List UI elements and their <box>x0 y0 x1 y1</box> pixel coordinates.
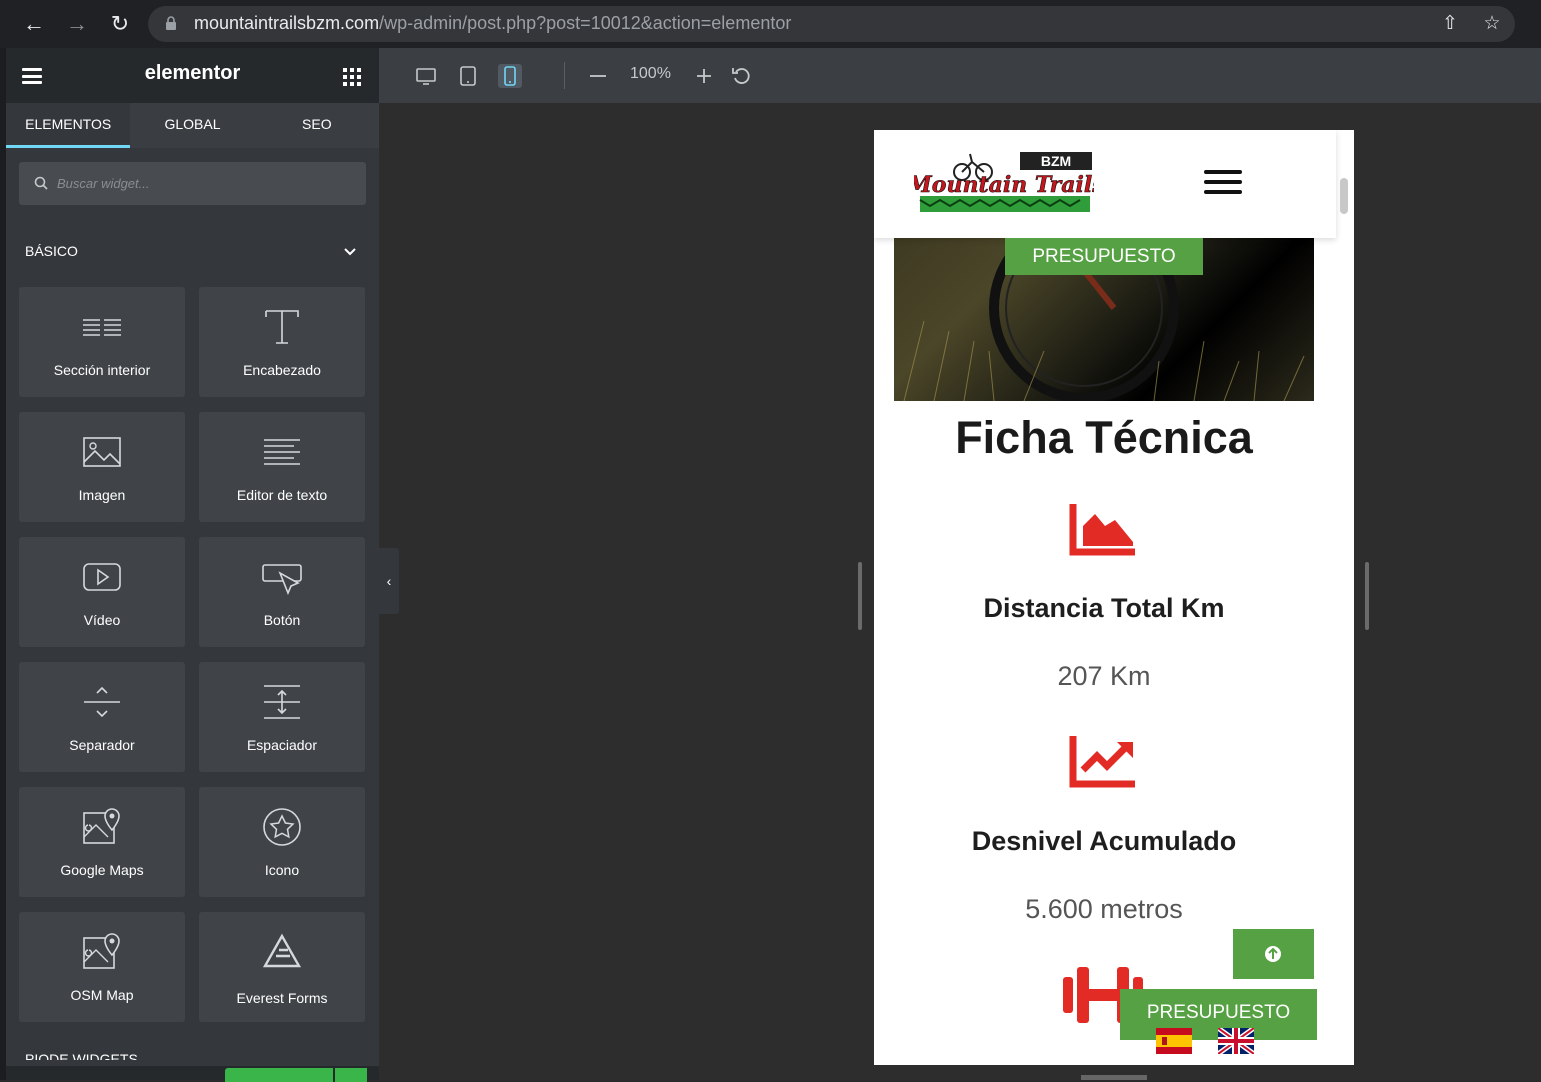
url-host: mountaintrailsbzm.com <box>194 13 380 33</box>
arrow-up-circle-icon <box>1265 946 1281 962</box>
widget-text-editor[interactable]: Editor de texto <box>199 412 365 522</box>
hamburger-menu-icon[interactable] <box>1204 170 1242 198</box>
panel-header: elementor <box>6 48 379 103</box>
tab-seo[interactable]: SEO <box>255 103 379 148</box>
widget-everest-forms[interactable]: Everest Forms <box>199 912 365 1022</box>
divider-icon <box>84 686 120 718</box>
address-bar[interactable]: mountaintrailsbzm.com/wp-admin/post.php?… <box>148 6 1515 42</box>
zoom-in-icon[interactable] <box>692 64 716 88</box>
panel-tabs: ELEMENTOS GLOBAL SEO <box>6 103 379 148</box>
forward-icon[interactable]: → <box>63 10 91 38</box>
map-icon <box>83 933 120 969</box>
line-chart-icon <box>1069 736 1135 788</box>
widget-label: Google Maps <box>60 862 144 878</box>
search-input[interactable] <box>57 162 357 205</box>
category-title-next[interactable]: PIODE WIDGETS <box>25 1050 138 1060</box>
widget-label: Icono <box>264 862 300 878</box>
reset-zoom-icon[interactable] <box>729 64 753 88</box>
tab-global[interactable]: GLOBAL <box>130 103 254 148</box>
text-editor-icon <box>264 439 300 465</box>
zoom-level: 100% <box>630 65 671 82</box>
widget-label: Botón <box>263 612 301 628</box>
hero-quote-button[interactable]: PRESUPUESTO <box>1005 238 1203 275</box>
stat-title: Distancia Total Km <box>983 593 1225 623</box>
tab-elementos[interactable]: ELEMENTOS <box>6 103 131 148</box>
scroll-top-button[interactable] <box>1233 929 1314 979</box>
widget-inner-section[interactable]: Sección interior <box>19 287 185 397</box>
everest-forms-icon <box>262 933 302 968</box>
elementor-panel: elementor ELEMENTOS GLOBAL SEO BÁSICO Se… <box>6 48 379 1082</box>
resize-handle-right[interactable] <box>1365 562 1369 630</box>
widget-google-maps[interactable]: Google Maps <box>19 787 185 897</box>
image-icon <box>83 437 121 467</box>
widget-label: Encabezado <box>243 362 321 378</box>
mobile-icon <box>504 66 516 86</box>
widget-label: OSM Map <box>70 987 134 1003</box>
widget-image[interactable]: Imagen <box>19 412 185 522</box>
canvas-bottom-handle <box>1081 1075 1147 1080</box>
widget-label: Imagen <box>78 487 126 503</box>
widget-button[interactable]: Botón <box>199 537 365 647</box>
svg-text:BZM: BZM <box>1041 153 1071 169</box>
toolbar-divider <box>564 62 565 89</box>
widget-heading[interactable]: Encabezado <box>199 287 365 397</box>
site-header: BZM Mountain Trails <box>874 130 1336 238</box>
widget-label: Vídeo <box>83 612 121 628</box>
star-icon <box>263 808 301 846</box>
widget-search <box>19 162 366 205</box>
widgets-grid-icon[interactable] <box>343 68 361 86</box>
mobile-preview: BZM Mountain Trails PRESUPUESTO Ficha Té… <box>874 130 1354 1065</box>
site-logo[interactable]: BZM Mountain Trails <box>914 150 1094 216</box>
search-icon <box>34 176 48 190</box>
map-icon <box>83 808 120 844</box>
inner-section-icon <box>83 319 121 336</box>
url-path: /wp-admin/post.php?post=10012&action=ele… <box>379 13 792 33</box>
stat-value: 207 Km <box>1057 661 1151 691</box>
spacer-icon <box>264 685 300 719</box>
widget-label: Separador <box>69 737 135 753</box>
url-text: mountaintrailsbzm.com/wp-admin/post.php?… <box>194 13 791 34</box>
widget-video[interactable]: Vídeo <box>19 537 185 647</box>
reload-icon[interactable]: ↻ <box>106 10 134 38</box>
spanish-flag-icon[interactable] <box>1156 1028 1192 1054</box>
zoom-out-icon[interactable] <box>586 64 610 88</box>
svg-text:Mountain Trails: Mountain Trails <box>914 172 1094 198</box>
widget-icon[interactable]: Icono <box>199 787 365 897</box>
chevron-down-icon[interactable] <box>343 245 357 259</box>
section-title: Ficha Técnica <box>955 412 1253 463</box>
stat-value: 5.600 metros <box>1025 894 1183 924</box>
lock-icon <box>166 16 176 30</box>
video-icon <box>83 563 121 591</box>
elementor-logo: elementor <box>144 62 241 84</box>
widget-osm-map[interactable]: OSM Map <box>19 912 185 1022</box>
bookmark-star-icon[interactable]: ☆ <box>1480 12 1504 36</box>
widget-spacer[interactable]: Espaciador <box>199 662 365 772</box>
desktop-icon[interactable] <box>414 64 438 88</box>
preview-scrollbar[interactable] <box>1340 178 1348 214</box>
category-title[interactable]: BÁSICO <box>25 243 78 259</box>
button-icon <box>262 564 302 596</box>
back-icon[interactable]: ← <box>20 10 48 38</box>
area-chart-icon <box>1069 504 1135 556</box>
widget-label: Everest Forms <box>236 990 328 1006</box>
widget-label: Espaciador <box>246 737 318 753</box>
share-icon[interactable]: ⇧ <box>1438 12 1462 36</box>
tablet-icon[interactable] <box>456 64 480 88</box>
widget-label: Editor de texto <box>236 487 328 503</box>
collapse-panel-button[interactable]: ‹ <box>379 548 399 614</box>
stat-title: Desnivel Acumulado <box>971 826 1237 856</box>
responsive-toolbar: 100% <box>379 48 1541 103</box>
uk-flag-icon[interactable] <box>1218 1028 1254 1054</box>
browser-toolbar: ← → ↻ mountaintrailsbzm.com/wp-admin/pos… <box>0 0 1541 48</box>
mobile-device-button[interactable] <box>498 64 522 88</box>
resize-handle-left[interactable] <box>858 562 862 630</box>
heading-icon <box>265 310 299 344</box>
widget-label: Sección interior <box>53 362 151 378</box>
widget-divider[interactable]: Separador <box>19 662 185 772</box>
